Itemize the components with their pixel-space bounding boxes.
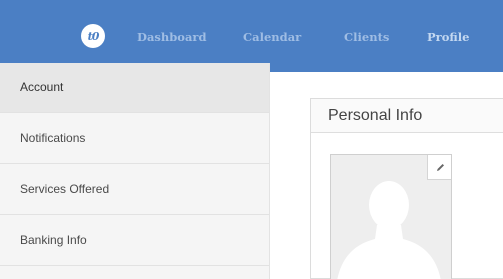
settings-sidebar: Account Notifications Services Offered B…	[0, 63, 270, 279]
personal-info-panel: Personal Info	[310, 98, 503, 279]
avatar[interactable]	[330, 154, 452, 279]
edit-avatar-button[interactable]	[427, 155, 451, 180]
sidebar-item-label: Services Offered	[20, 182, 110, 196]
sidebar-item-services-offered[interactable]: Services Offered	[0, 165, 269, 215]
top-navigation-bar: t0 Dashboard Calendar Clients Profile	[0, 0, 503, 72]
sidebar-item-notifications[interactable]: Notifications	[0, 114, 269, 164]
sidebar-item-banking-info[interactable]: Banking Info	[0, 216, 269, 266]
nav-dashboard[interactable]: Dashboard	[137, 29, 207, 45]
sidebar-item-label: Notifications	[20, 131, 86, 145]
pencil-icon	[436, 163, 444, 171]
logo-icon[interactable]: t0	[81, 24, 105, 48]
nav-profile[interactable]: Profile	[427, 29, 469, 45]
panel-title: Personal Info	[328, 107, 423, 124]
sidebar-item-account[interactable]: Account	[0, 63, 269, 113]
sidebar-item-label: Banking Info	[20, 233, 87, 247]
sidebar-item-label: Account	[20, 80, 64, 94]
nav-calendar[interactable]: Calendar	[243, 29, 301, 45]
nav-clients[interactable]: Clients	[344, 29, 389, 45]
panel-header: Personal Info	[311, 99, 503, 133]
